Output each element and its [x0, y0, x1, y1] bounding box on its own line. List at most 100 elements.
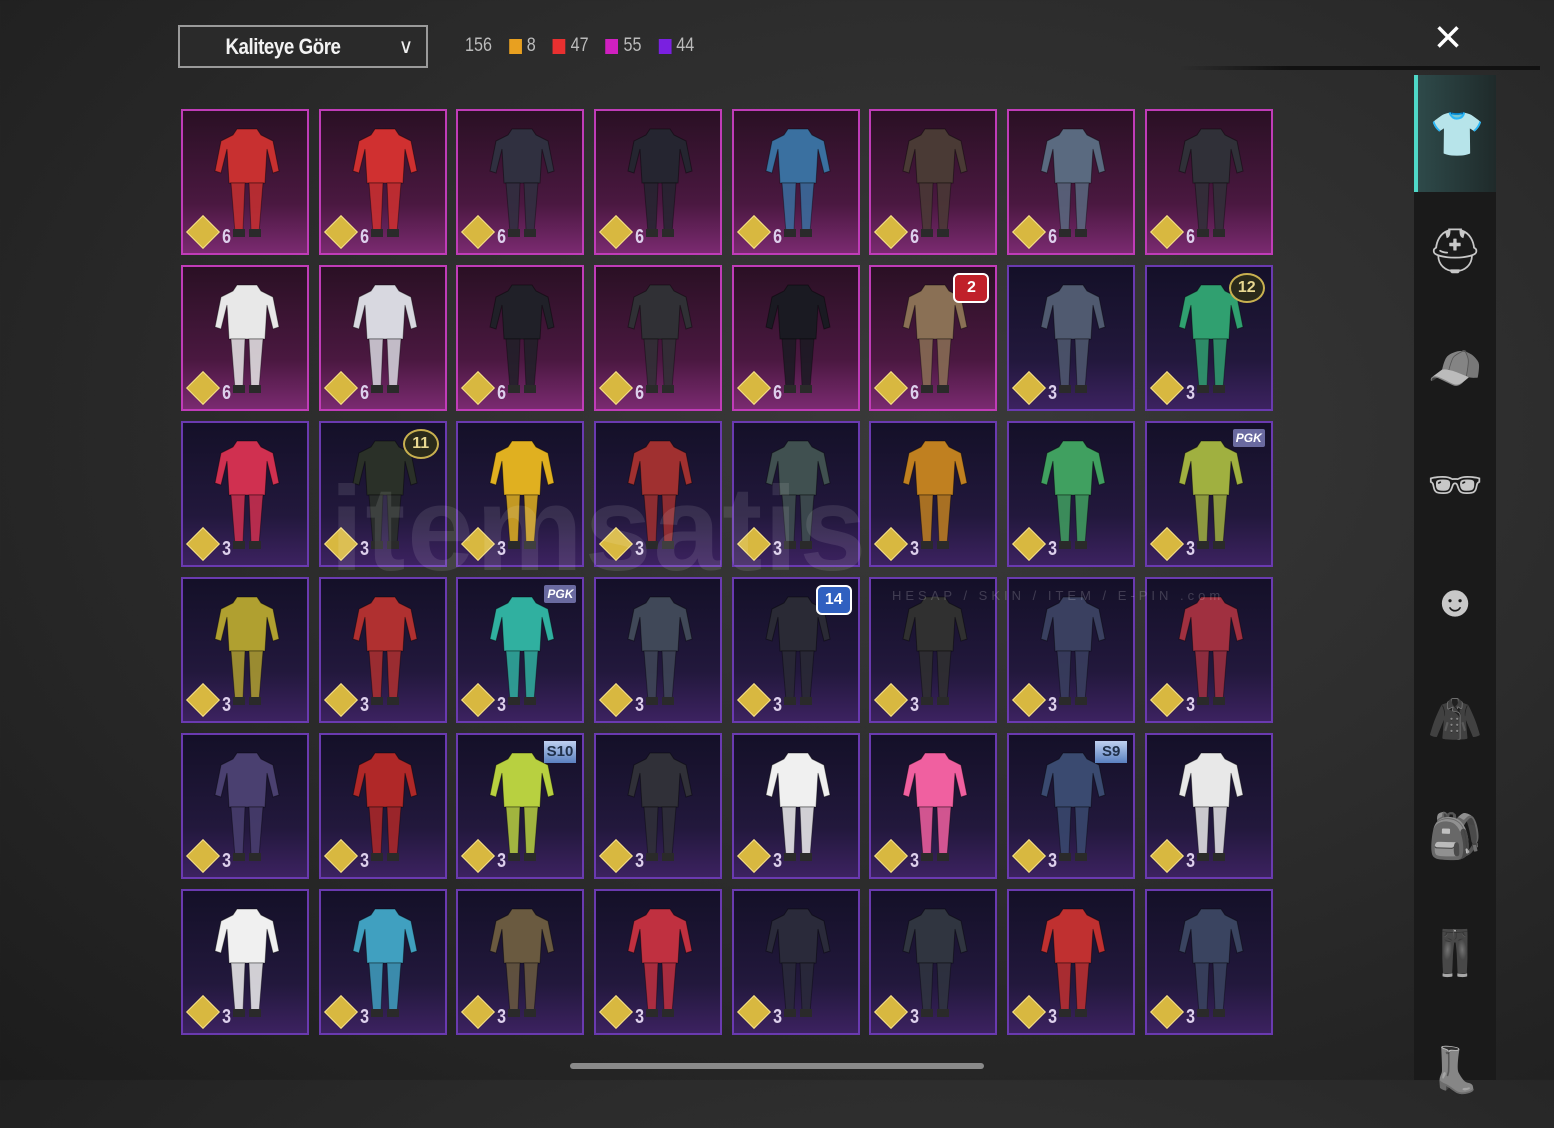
quality-count: 8 — [526, 35, 536, 56]
outfit-item-card[interactable]: 6 — [318, 109, 447, 255]
home-indicator[interactable] — [570, 1063, 984, 1069]
sidebar-tab-helmet[interactable]: ⛑ — [1414, 192, 1496, 309]
outfit-item-card[interactable]: 3 — [1144, 889, 1273, 1035]
outfit-item-card[interactable]: 3 — [181, 733, 309, 879]
sidebar-tab-outfit[interactable]: 👕 — [1414, 75, 1496, 192]
outfit-image — [902, 908, 969, 1017]
item-value: 3 — [359, 850, 369, 872]
outfit-item-card[interactable]: 3 12 — [1144, 265, 1273, 411]
outfit-item-card[interactable]: 3 S9 — [1007, 733, 1136, 879]
item-badge: PGK — [544, 585, 577, 603]
outfit-item-card[interactable]: 3 PGK — [456, 577, 585, 723]
cap-icon: 🧢 — [1427, 343, 1483, 393]
item-value: 3 — [359, 1006, 369, 1028]
outfit-item-card[interactable]: 6 — [594, 265, 723, 411]
outfit-item-card[interactable]: 3 — [1144, 733, 1273, 879]
item-value: 6 — [222, 382, 232, 404]
outfit-item-card[interactable]: 3 — [1007, 265, 1136, 411]
outfit-item-card[interactable]: 3 — [1007, 577, 1136, 723]
sort-label: Kaliteye Göre — [225, 33, 341, 59]
outfit-image — [765, 284, 831, 393]
item-value: 3 — [497, 1006, 507, 1028]
item-value: 3 — [1048, 538, 1058, 560]
quality-color-swatch — [605, 38, 619, 54]
outfit-item-card[interactable]: 3 — [318, 733, 447, 879]
outfit-item-card[interactable]: 6 — [731, 109, 860, 255]
item-value: 3 — [497, 538, 507, 560]
item-value: 3 — [1185, 1006, 1195, 1028]
outfit-item-card[interactable]: 3 — [181, 421, 309, 567]
outfit-image — [214, 596, 280, 705]
outfit-item-card[interactable]: 62 — [869, 265, 998, 411]
item-value: 3 — [1185, 382, 1195, 404]
outfit-item-card[interactable]: 3 — [456, 889, 585, 1035]
outfit-item-card[interactable]: 3 — [594, 577, 723, 723]
outfit-item-card[interactable]: 3 — [1144, 577, 1273, 723]
sidebar-tab-glasses[interactable]: 🕶 — [1414, 426, 1496, 543]
outfit-item-card[interactable]: 6 — [181, 109, 309, 255]
outfit-item-card[interactable]: 3 — [181, 889, 309, 1035]
sidebar-tab-cap[interactable]: 🧢 — [1414, 309, 1496, 426]
outfit-item-card[interactable]: 3 — [594, 421, 723, 567]
outfit-item-card[interactable]: 3 — [869, 733, 998, 879]
outfit-item-card[interactable]: 3 — [456, 421, 585, 567]
outfit-image — [352, 752, 418, 861]
outfit-item-card[interactable]: 6 — [1007, 109, 1136, 255]
outfit-item-card[interactable]: 6 — [594, 109, 723, 255]
item-value: 3 — [222, 538, 232, 560]
outfit-item-card[interactable]: 6 — [318, 265, 447, 411]
outfit-image — [214, 128, 280, 237]
outfit-item-card[interactable]: 6 — [456, 109, 585, 255]
outfit-item-card[interactable]: 3 — [594, 733, 723, 879]
item-value: 6 — [635, 226, 645, 248]
outfit-item-card[interactable]: 6 — [1144, 109, 1273, 255]
outfit-item-card[interactable]: 6 — [456, 265, 585, 411]
outfit-image — [765, 752, 831, 861]
item-badge: 11 — [402, 429, 439, 459]
outfit-item-card[interactable]: 3 — [869, 889, 998, 1035]
outfit-item-card[interactable]: 3 11 — [318, 421, 447, 567]
outfit-image — [1040, 440, 1106, 549]
outfit-item-card[interactable]: 3 — [731, 733, 860, 879]
outfit-item-card[interactable]: 3 — [731, 421, 860, 567]
item-value: 6 — [497, 382, 507, 404]
sidebar-tab-boots[interactable]: 👢 — [1414, 1011, 1496, 1128]
quality-count: 47 — [570, 35, 589, 56]
sidebar-tab-mask[interactable]: ☻ — [1414, 543, 1496, 660]
chevron-down-icon: ∨ — [398, 36, 414, 58]
outfit-item-card[interactable]: 3 — [318, 577, 447, 723]
outfit-item-card[interactable]: 3 — [181, 577, 309, 723]
sidebar-tab-pants[interactable]: 👖 — [1414, 894, 1496, 1011]
item-value: 3 — [222, 1006, 232, 1028]
outfit-item-card[interactable]: 6 — [869, 109, 998, 255]
outfit-item-card[interactable]: 3 — [869, 577, 998, 723]
outfit-item-card[interactable]: 3 PGK — [1144, 421, 1273, 567]
outfit-item-card[interactable]: 3 14 — [731, 577, 860, 723]
close-button[interactable]: × — [1425, 14, 1471, 62]
quality-counts: 156 8 47 55 44 — [465, 35, 694, 57]
outfit-item-card[interactable]: 6 — [181, 265, 309, 411]
item-value: 3 — [497, 850, 507, 872]
outfit-item-card[interactable]: 3 — [731, 889, 860, 1035]
outfit-item-card[interactable]: 3 — [869, 421, 998, 567]
quality-color-swatch — [658, 38, 672, 54]
category-sidebar: 👕 ⛑ 🧢 🕶 ☻ 🧥 🎒 👖 👢 — [1414, 75, 1496, 1095]
outfit-item-card[interactable]: 3 — [318, 889, 447, 1035]
outfit-image — [765, 908, 831, 1017]
outfit-item-card[interactable]: 3 S10 — [456, 733, 585, 879]
item-value: 3 — [635, 850, 645, 872]
sidebar-tab-jacket[interactable]: 🧥 — [1414, 660, 1496, 777]
sort-quality-dropdown[interactable]: Kaliteye Göre ∨ — [178, 25, 428, 68]
item-value: 3 — [359, 694, 369, 716]
item-value: 3 — [1185, 694, 1195, 716]
outfit-item-card[interactable]: 3 — [594, 889, 723, 1035]
outfit-item-card[interactable]: 6 — [731, 265, 860, 411]
item-value: 3 — [222, 694, 232, 716]
outfit-item-card[interactable]: 3 — [1007, 889, 1136, 1035]
outfit-item-card[interactable]: 3 — [1007, 421, 1136, 567]
item-value: 3 — [1185, 850, 1195, 872]
sidebar-tab-backpack[interactable]: 🎒 — [1414, 777, 1496, 894]
total-count: 156 — [465, 35, 492, 56]
outfit-image — [765, 128, 831, 237]
outfit-image — [902, 440, 969, 549]
